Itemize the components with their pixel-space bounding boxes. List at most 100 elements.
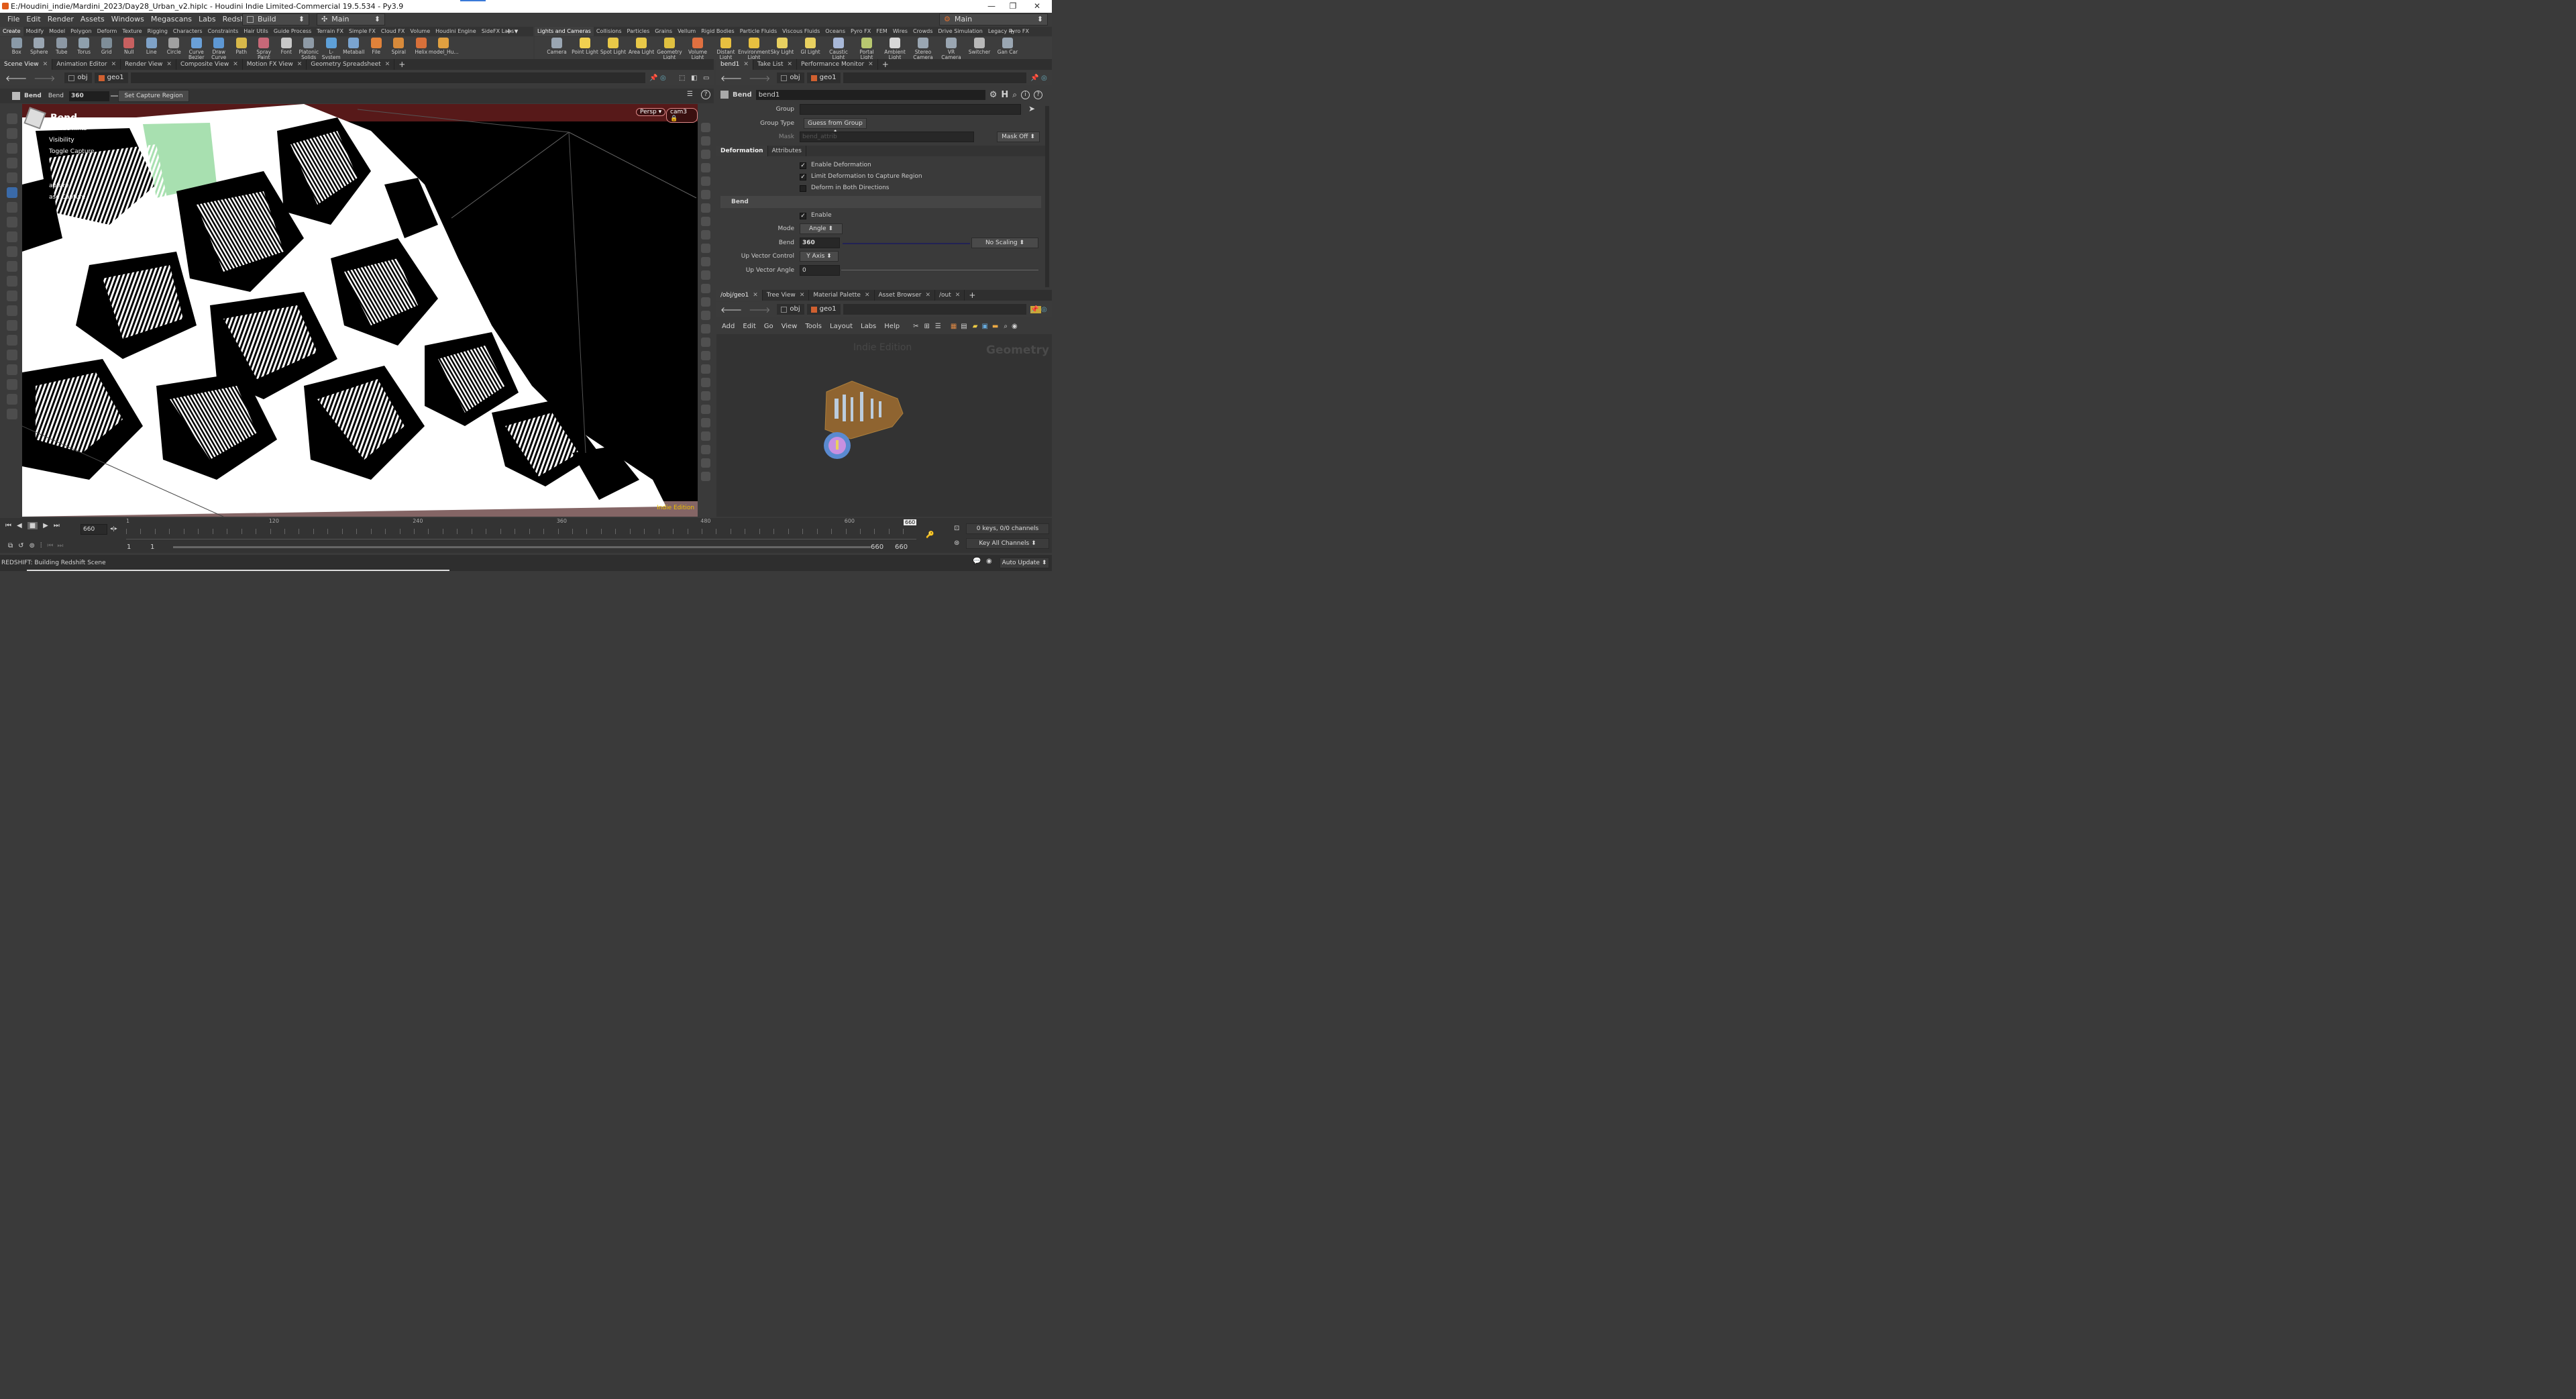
- light-icon[interactable]: [701, 203, 710, 213]
- network-menu-layout[interactable]: Layout: [830, 323, 853, 330]
- tool-spray-paint[interactable]: Spray Paint: [253, 37, 276, 60]
- menu-file[interactable]: File: [4, 13, 23, 26]
- magnet-icon[interactable]: [7, 320, 17, 331]
- bend-value-field[interactable]: 360: [800, 238, 840, 248]
- enable-checkbox[interactable]: ✓: [800, 213, 806, 219]
- search-icon[interactable]: ⌕: [1012, 90, 1017, 100]
- lock-icon[interactable]: [7, 172, 17, 183]
- no-scaling-dropdown[interactable]: No Scaling ⬍: [971, 238, 1038, 248]
- audio-icon[interactable]: ⫶: [40, 542, 42, 550]
- shelf-tab-fem[interactable]: FEM: [873, 27, 890, 36]
- camera-view-icon[interactable]: ◧: [691, 74, 703, 82]
- range-end-1[interactable]: 660: [871, 543, 883, 551]
- close-tab-icon[interactable]: ✕: [868, 61, 873, 68]
- camera-icon[interactable]: [7, 364, 17, 375]
- bottom-icon[interactable]: [7, 409, 17, 419]
- tool-volume-light[interactable]: Volume Light: [684, 37, 712, 60]
- light-icon[interactable]: [701, 217, 710, 226]
- link-icon[interactable]: ◎: [1041, 74, 1052, 82]
- tool-font[interactable]: Font: [275, 37, 298, 55]
- back-arrow-icon[interactable]: 🡐: [720, 305, 742, 315]
- shelf-tab-model[interactable]: Model: [46, 27, 68, 36]
- note-icon[interactable]: ▰: [973, 323, 978, 330]
- close-tab-icon[interactable]: ✕: [233, 61, 238, 68]
- shelf-tab-modify[interactable]: Modify: [23, 27, 47, 36]
- step-icon[interactable]: ◂|▸: [110, 525, 117, 531]
- shelf-tab-vellum[interactable]: Vellum: [675, 27, 698, 36]
- bend-section-header[interactable]: Bend: [720, 196, 1041, 208]
- loop-icon[interactable]: ↺: [18, 542, 23, 550]
- shelf-tab-particle-fluids[interactable]: Particle Fluids: [737, 27, 780, 36]
- shelf-tab-texture[interactable]: Texture: [119, 27, 144, 36]
- tool-ambient-light[interactable]: Ambient Light: [881, 37, 909, 60]
- add-tab-icon[interactable]: +: [878, 60, 893, 69]
- tab-geometry-spreadsheet[interactable]: Geometry Spreadsheet ✕: [307, 59, 395, 70]
- shelf-add-tab-icon[interactable]: + ▾: [506, 27, 518, 36]
- param-scrollbar[interactable]: [1045, 106, 1049, 287]
- draw-icon[interactable]: [701, 378, 710, 387]
- pin-icon[interactable]: 📌: [1030, 74, 1041, 82]
- shelf-tab-collisions[interactable]: Collisions: [594, 27, 625, 36]
- path-geo[interactable]: geo1: [94, 72, 128, 83]
- tool-model-hu-[interactable]: model_Hu...: [429, 37, 459, 55]
- path-obj[interactable]: obj: [64, 72, 92, 83]
- link-icon[interactable]: ◎: [1041, 306, 1052, 313]
- pin-icon[interactable]: 📌: [649, 74, 660, 82]
- view-icon[interactable]: [7, 305, 17, 316]
- enable-deformation-checkbox[interactable]: ✓: [800, 162, 806, 169]
- shelf-tab-terrain-fx[interactable]: Terrain FX: [314, 27, 346, 36]
- close-tab-icon[interactable]: ✕: [800, 292, 805, 299]
- network-menu-labs[interactable]: Labs: [861, 323, 876, 330]
- tool-draw-curve[interactable]: Draw Curve: [208, 37, 231, 60]
- range-icon[interactable]: ⧉: [8, 542, 13, 550]
- desktop-dropdown[interactable]: Build ⬍: [242, 13, 309, 25]
- tool-sphere[interactable]: Sphere: [28, 37, 51, 55]
- info-icon[interactable]: i: [1020, 90, 1030, 99]
- cube-icon[interactable]: [701, 405, 710, 414]
- view-icon[interactable]: [7, 291, 17, 301]
- realtime-icon[interactable]: ⊚: [30, 542, 35, 550]
- shelf-tab-constraints[interactable]: Constraints: [205, 27, 241, 36]
- shelf-tab-rigging[interactable]: Rigging: [145, 27, 170, 36]
- visibility-icon[interactable]: [701, 123, 710, 132]
- network-menu-help[interactable]: Help: [884, 323, 900, 330]
- tool-gi-light[interactable]: GI Light: [796, 37, 824, 55]
- close-tab-icon[interactable]: ✕: [166, 61, 172, 68]
- info-icon[interactable]: [701, 458, 710, 468]
- shape-icon[interactable]: [701, 391, 710, 401]
- light-icon[interactable]: [7, 379, 17, 390]
- key-tool-icon[interactable]: 🔑: [926, 531, 934, 539]
- right-desktop-dropdown[interactable]: ⚙ Main ⬍: [939, 13, 1048, 25]
- tool-point-light[interactable]: Point Light: [571, 37, 599, 55]
- deform-both-checkbox[interactable]: [800, 185, 806, 192]
- tool-path[interactable]: Path: [230, 37, 253, 55]
- shelf-tab-hair-utils[interactable]: Hair Utils: [241, 27, 271, 36]
- palette-icon[interactable]: ▦: [951, 323, 957, 330]
- tool-tube[interactable]: Tube: [50, 37, 73, 55]
- tab-bend1[interactable]: bend1 ✕: [716, 59, 753, 70]
- more-icon[interactable]: [701, 472, 710, 481]
- minimize-button[interactable]: —: [981, 0, 1002, 13]
- range-start-1[interactable]: 1: [127, 543, 131, 551]
- shelf-add-tab-right-icon[interactable]: +: [1008, 27, 1014, 36]
- handle-icon[interactable]: [7, 128, 17, 139]
- mask-off-dropdown[interactable]: Mask Off ⬍: [997, 132, 1040, 142]
- range-start-2[interactable]: 1: [150, 543, 154, 551]
- split-view-icon[interactable]: ▭: [703, 74, 714, 82]
- mode-dropdown[interactable]: Angle ⬍: [800, 223, 843, 234]
- menu-assets[interactable]: Assets: [77, 13, 108, 26]
- snap-icon[interactable]: [7, 335, 17, 346]
- tool-portal-light[interactable]: Portal Light: [853, 37, 881, 60]
- current-frame-field[interactable]: 660: [80, 524, 107, 535]
- arrow-icon[interactable]: [7, 158, 17, 168]
- dot-icon[interactable]: [701, 270, 710, 280]
- tool-platonic-solids[interactable]: Platonic Solids: [298, 37, 321, 60]
- count-icon[interactable]: [701, 338, 710, 347]
- menu-edit[interactable]: Edit: [23, 13, 44, 26]
- tool-switcher[interactable]: Switcher: [965, 37, 994, 55]
- close-tab-icon[interactable]: ✕: [753, 292, 758, 299]
- shelf-tab-viscous-fluids[interactable]: Viscous Fluids: [780, 27, 822, 36]
- list-icon[interactable]: ☰: [935, 323, 941, 330]
- tool-gan-car[interactable]: Gan Car: [994, 37, 1022, 55]
- forward-arrow-icon[interactable]: 🡒: [34, 73, 55, 83]
